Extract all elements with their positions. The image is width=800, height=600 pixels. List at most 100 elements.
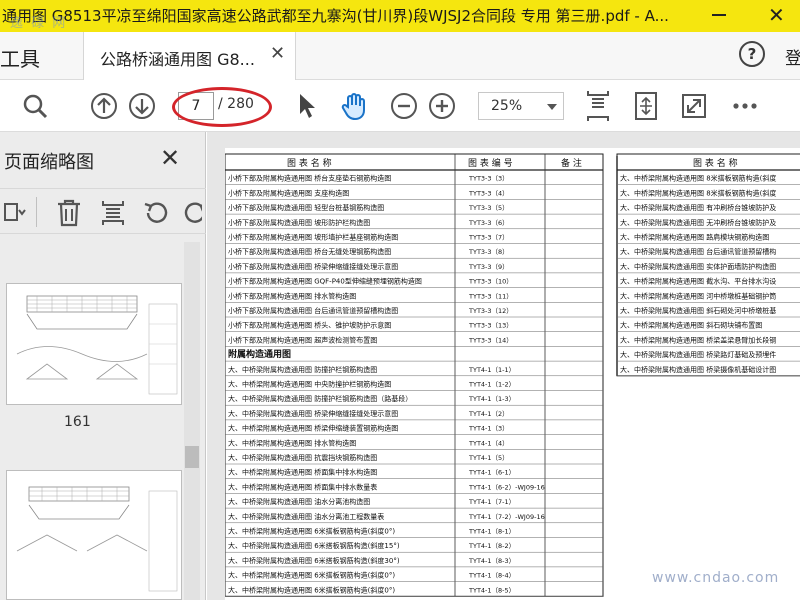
zoom-value: 25% <box>491 98 523 114</box>
next-page-icon[interactable] <box>126 80 158 132</box>
panel-scrollbar[interactable] <box>184 242 200 600</box>
table-row-name: 大、中桥梁附属构造通用图 桥梁伸缩缝装置钢筋构造图 <box>228 424 398 433</box>
table-row-name: 小桥下部及附属构造通用图 桥台无缝处理钢筋构造图 <box>228 247 391 256</box>
table-row-name: 小桥下部及附属构造通用图 台后通讯管道预留槽构造图 <box>228 306 398 315</box>
previous-page-icon[interactable] <box>88 80 120 132</box>
page-thumbnail[interactable] <box>6 283 182 405</box>
right-table-row-name: 大、中桥梁附属构造通用图 桥梁路灯基础及预埋件 <box>620 350 776 359</box>
table-row-code: TYT4-1（8-4） <box>468 572 515 580</box>
hand-tool-icon[interactable] <box>338 80 370 132</box>
table-row-name: 大、中桥梁附属构造通用图 油水分离池构造图 <box>228 497 370 506</box>
right-table-row-name: 大、中桥梁附属构造通用图 河中桥墩桩基础钢护筒 <box>620 291 776 300</box>
table-row-name: 大、中桥梁附属构造通用图 桥梁伸缩缝接缝处理示意图 <box>228 409 398 418</box>
thumbnail-page-number: 161 <box>64 414 91 430</box>
table-row-name: 大、中桥梁附属构造通用图 防撞护栏钢筋构造图 <box>228 365 377 374</box>
table-row-code: TYT3-3（5） <box>468 204 509 212</box>
table-row-code: TYT3-3（11） <box>468 292 513 300</box>
table-row-code: TYT4-1（8-1） <box>468 528 515 536</box>
table-row-name: 小桥下部及附属构造通用图 轻型台桩基钢筋构造图 <box>228 203 384 212</box>
scroll-mode-icon[interactable] <box>584 80 612 132</box>
zoom-in-icon[interactable] <box>426 80 458 132</box>
table-row-name: 小桥下部及附属构造通用图 桥梁伸缩缝接缝处理示意图 <box>228 262 398 271</box>
table-row-code: TYT4-1（7-1） <box>468 498 515 506</box>
tab-document[interactable]: 公路桥涵通用图 G8... ✕ <box>84 32 296 80</box>
close-tab-icon[interactable]: ✕ <box>270 43 285 64</box>
options-menu-icon[interactable] <box>4 201 26 227</box>
table-row-code: TYT3-3（14） <box>468 336 513 344</box>
table-row-name: 大、中桥梁附属构造通用图 桥面集中排水数量表 <box>228 482 377 491</box>
panel-scrollbar-thumb[interactable] <box>185 446 199 468</box>
right-table-row-name: 大、中桥梁附属构造通用图 有冲刷桥台锥坡防护及 <box>620 203 776 212</box>
table-header-code: 图 表 编 号 <box>468 157 513 169</box>
table-row-name: 小桥下部及附属构造通用图 坡形防护栏构造图 <box>228 218 370 227</box>
zoom-select[interactable]: 25% <box>478 92 564 120</box>
table-row-code: TYT3-3（4） <box>468 189 509 197</box>
document-view[interactable]: 图 表 名 称 图 表 编 号 备 注小桥下部及附属构造通用图 桥台支座垫石钢筋构造… <box>207 132 800 600</box>
panel-title: 页面缩略图 <box>4 152 94 173</box>
table-row-name: 大、中桥梁附属构造通用图 6米搭板钢筋构造(斜度0°) <box>228 571 395 580</box>
right-table-row-name: 大、中桥梁附属构造通用图 桥梁摄像机基础设计图 <box>620 365 776 374</box>
right-table-row-name: 大、中桥梁附属构造通用图 截水沟、平台排水沟设 <box>620 277 776 286</box>
right-table-row-name: 大、中桥梁附属构造通用图 8米搭板钢筋构造(斜度 <box>620 188 776 197</box>
table-row-code: TYT3-3（3） <box>468 175 509 183</box>
table-row-name: 小桥下部及附属构造通用图 GQF-P40型伸缩缝预埋钢筋构造图 <box>228 277 422 286</box>
table-row-name: 小桥下部及附属构造通用图 排水管构造图 <box>228 291 356 300</box>
table-row-code: TYT3-3（13） <box>468 322 513 330</box>
table-row-code: TYT4-1（1-2） <box>468 381 515 389</box>
table-row-code: TYT4-1（6-2）-WJ09-16 <box>468 483 545 491</box>
more-options-icon[interactable] <box>730 80 760 132</box>
table-row-code: TYT3-3（7） <box>468 234 509 242</box>
extract-pages-icon[interactable] <box>100 199 126 231</box>
table-row-code: TYT4-1（8-2） <box>468 542 515 550</box>
close-panel-icon[interactable]: ✕ <box>160 144 180 172</box>
table-row-name: 大、中桥梁附属构造通用图 排水管构造图 <box>228 438 356 447</box>
full-screen-icon[interactable] <box>680 80 708 132</box>
window-title: 通用图 G8513平凉至绵阳国家高速公路武都至九寨沟(甘川界)段WJSJ2合同段… <box>2 7 669 25</box>
table-row-code: TYT4-1（1-1） <box>468 366 515 374</box>
right-table-row-name: 大、中桥梁附属构造通用图 路肩模块钢筋构造图 <box>620 233 769 242</box>
table-row-name: 大、中桥梁附属构造通用图 6米搭板钢筋构造(斜度0°) <box>228 527 395 536</box>
table-row-code: TYT4-1（2） <box>468 410 509 418</box>
table-row-name: 大、中桥梁附属构造通用图 6米搭板钢筋构造(斜度0°) <box>228 585 395 594</box>
table-row-code: TYT4-1（5） <box>468 454 509 462</box>
right-table-row-name: 大、中桥梁附属构造通用图 实体护面墙防护构造图 <box>620 262 776 271</box>
drawing-index-table: 图 表 名 称 图 表 编 号 备 注小桥下部及附属构造通用图 桥台支座垫石钢筋构造… <box>224 153 800 597</box>
table-row-code: TYT4-1（4） <box>468 439 509 447</box>
rotate-right-icon[interactable] <box>182 199 202 231</box>
table-row-name: 大、中桥梁附属构造通用图 抗震挡块钢筋构造图 <box>228 453 377 462</box>
fit-page-icon[interactable] <box>632 80 660 132</box>
tab-bar: 工具 公路桥涵通用图 G8... ✕ ? 登 <box>0 32 800 80</box>
table-section-heading: 附属构造通用图 <box>228 348 291 360</box>
table-row-name: 大、中桥梁附属构造通用图 中央防撞护栏钢筋构造图 <box>228 380 391 389</box>
rotate-left-icon[interactable] <box>142 199 170 231</box>
table-row-code: TYT3-3（12） <box>468 307 513 315</box>
page-thumbnail[interactable] <box>6 470 182 600</box>
highlight-oval <box>172 87 272 127</box>
table-row-code: TYT4-1（1-3） <box>468 395 515 403</box>
table-row-code: TYT3-3（10） <box>468 278 513 286</box>
trash-icon[interactable] <box>56 199 82 231</box>
table-header-remark: 备 注 <box>561 157 582 169</box>
right-table-row-name: 大、中桥梁附属构造通用图 斜石砌块铺布置图 <box>620 321 762 330</box>
right-table-row-name: 大、中桥梁附属构造通用图 无冲刷桥台锥坡防护及 <box>620 218 776 227</box>
table-row-name: 大、中桥梁附属构造通用图 防撞护栏钢筋构造图（路基段） <box>228 394 412 403</box>
table-row-code: TYT4-1（6-1） <box>468 469 515 477</box>
select-cursor-icon[interactable] <box>292 80 322 132</box>
search-icon[interactable] <box>20 80 50 132</box>
right-table-row-name: 大、中桥梁附属构造通用图 台后通讯管道预留槽构 <box>620 247 776 256</box>
table-row-name: 大、中桥梁附属构造通用图 桥面集中排水构造图 <box>228 468 377 477</box>
minimize-button[interactable] <box>712 14 726 16</box>
right-table-row-name: 大、中桥梁附属构造通用图 斜石砌处河中桥墩桩基 <box>620 306 776 315</box>
table-row-code: TYT3-3（6） <box>468 219 509 227</box>
help-icon[interactable]: ? <box>739 41 765 67</box>
zoom-out-icon[interactable] <box>388 80 420 132</box>
table-row-name: 小桥下部及附属构造通用图 桥头、锥护坡防护示意图 <box>228 321 391 330</box>
close-window-button[interactable]: ✕ <box>768 3 785 27</box>
tab-document-label: 公路桥涵通用图 G8... <box>100 50 255 69</box>
table-row-name: 小桥下部及附属构造通用图 坡形墙护栏基座钢筋构造图 <box>228 233 398 242</box>
tab-tools[interactable]: 工具 <box>0 32 48 80</box>
pdf-page: 图 表 名 称 图 表 编 号 备 注小桥下部及附属构造通用图 桥台支座垫石钢筋构造… <box>224 148 800 600</box>
chevron-down-icon <box>547 104 557 110</box>
watermark-logo: 逸 碌 网 <box>10 16 68 31</box>
login-link[interactable]: 登 <box>785 44 800 69</box>
